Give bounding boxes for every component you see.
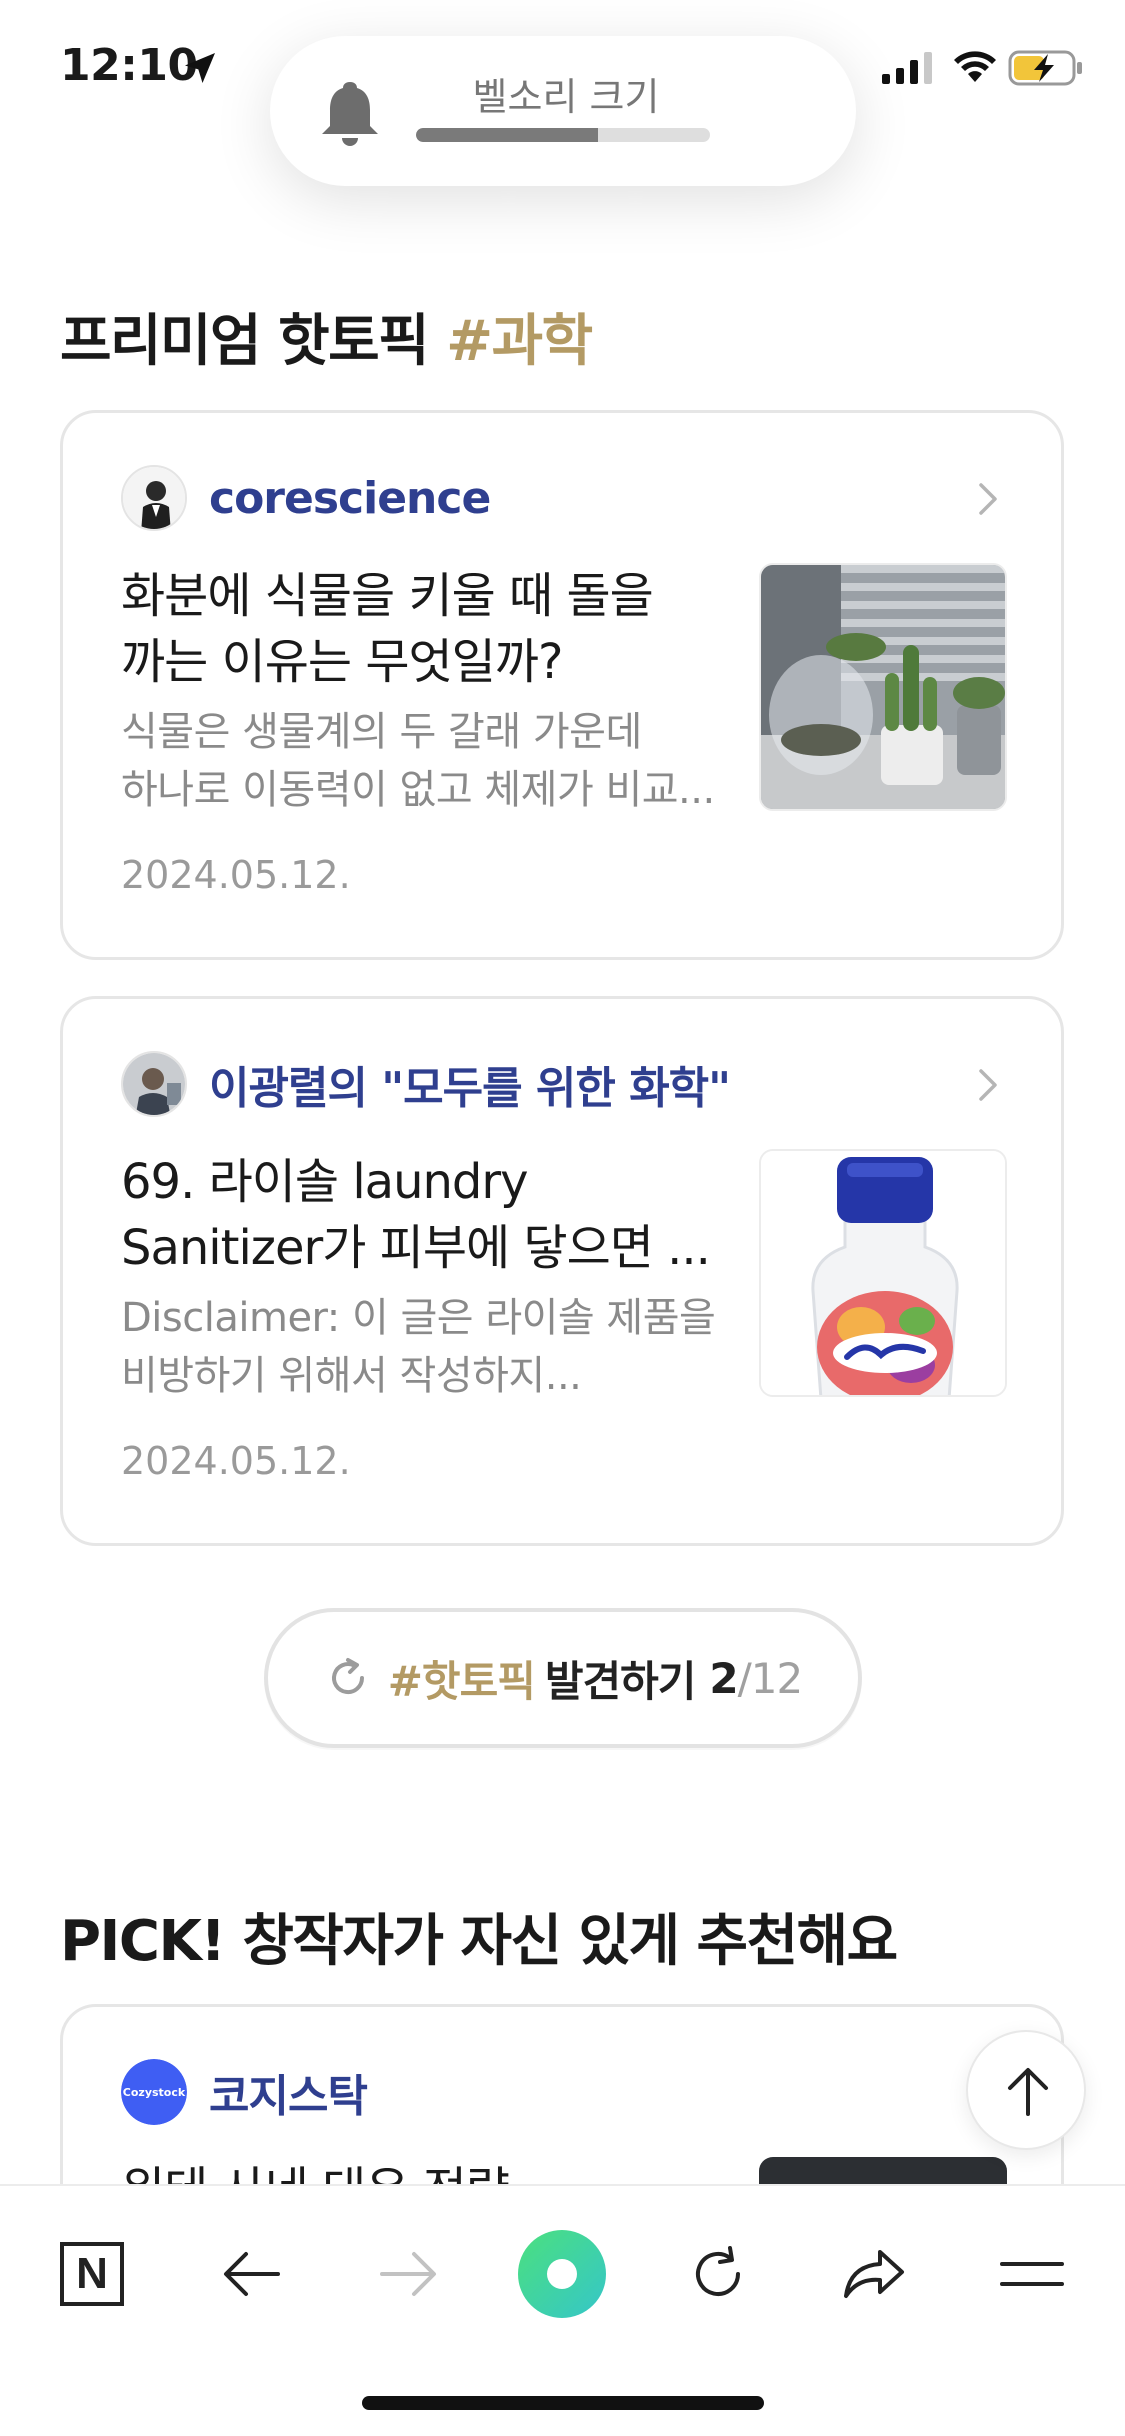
- card-excerpt-line: 비방하기 위해서 작성하지...: [121, 1353, 582, 1399]
- card-title-line: 화분에 식물을 키울 때 돌을: [121, 568, 654, 624]
- card-date: 2024.05.12.: [121, 1439, 351, 1483]
- cellular-signal-icon: [882, 52, 932, 84]
- cozystock-logo: Cozystock: [121, 2059, 187, 2125]
- share-button[interactable]: [826, 2226, 922, 2322]
- plant-thumbnail[interactable]: [759, 563, 1007, 811]
- discover-hot-topic-button[interactable]: #핫토픽 발견하기 2 /12: [264, 1608, 862, 1748]
- bell-icon: [322, 82, 378, 146]
- reload-icon: [696, 2246, 740, 2296]
- premium-title-text: 프리미엄 핫토픽: [60, 309, 430, 374]
- green-dot-button[interactable]: [514, 2226, 610, 2322]
- volume-label: 벨소리 크기: [472, 75, 660, 119]
- green-dot-icon: [518, 2230, 606, 2318]
- card-title[interactable]: 화분에 식물을 키울 때 돌을 까는 이유는 무엇일까?: [121, 563, 721, 695]
- forward-button[interactable]: [360, 2226, 456, 2322]
- wifi-icon: [954, 51, 996, 82]
- volume-hud: 벨소리 크기: [270, 36, 856, 186]
- volume-fill: [416, 128, 599, 142]
- card-excerpt-line: 식물은 생물계의 두 갈래 가운데: [121, 709, 642, 755]
- author-name[interactable]: corescience: [209, 473, 491, 524]
- premium-section-title: 프리미엄 핫토픽 #과학: [60, 296, 593, 377]
- author-avatar: [121, 465, 187, 531]
- card-excerpt-line: 하나로 이동력이 없고 체제가 비교...: [121, 767, 715, 813]
- pick-section-title: PICK! 창작자가 자신 있게 추천해요: [60, 1909, 898, 1974]
- discover-hashtag: #핫토픽: [387, 1656, 536, 1706]
- refresh-icon: [331, 1658, 364, 1695]
- lysol-bottle-thumbnail[interactable]: [759, 1149, 1007, 1397]
- discover-total-pages: /12: [737, 1653, 804, 1703]
- author-row[interactable]: 이광렬의 "모두를 위한 화학": [121, 1051, 731, 1117]
- naver-home-button[interactable]: N: [44, 2226, 140, 2322]
- home-indicator: [362, 2396, 764, 2410]
- status-time: 12:10: [60, 40, 198, 91]
- arrow-left-icon: [224, 2252, 280, 2296]
- arrow-right-icon: [380, 2252, 436, 2296]
- card-title-line: Sanitizer가 피부에 닿으면 ...: [121, 1220, 711, 1276]
- article-card[interactable]: corescience 화분에 식물을 키울 때 돌을 까는 이유는 무엇일까?…: [60, 410, 1064, 960]
- discover-label: 발견하기: [544, 1656, 697, 1706]
- premium-hashtag[interactable]: #과학: [446, 309, 593, 374]
- cozystock-logo-text: Cozystock: [123, 2086, 186, 2099]
- author-row[interactable]: Cozystock 코지스탁: [121, 2059, 368, 2125]
- card-title[interactable]: 69. 라이솔 laundry Sanitizer가 피부에 닿으면 ...: [121, 1149, 721, 1281]
- arrow-up-icon: [1008, 2068, 1048, 2116]
- chevron-right-icon[interactable]: [973, 1065, 1003, 1105]
- scroll-to-top-button[interactable]: [966, 2030, 1086, 2150]
- location-arrow-icon: [185, 53, 215, 83]
- card-excerpt-line: Disclaimer: 이 글은 라이솔 제품을: [121, 1295, 716, 1341]
- chevron-right-icon[interactable]: [973, 479, 1003, 519]
- menu-button[interactable]: [984, 2226, 1080, 2322]
- author-row[interactable]: corescience: [121, 465, 491, 531]
- share-icon: [844, 2250, 904, 2298]
- card-excerpt: Disclaimer: 이 글은 라이솔 제품을 비방하기 위해서 작성하지..…: [121, 1289, 721, 1405]
- article-card[interactable]: 이광렬의 "모두를 위한 화학" 69. 라이솔 laundry Sanitiz…: [60, 996, 1064, 1546]
- author-name[interactable]: 코지스탁: [209, 2060, 368, 2124]
- card-excerpt: 식물은 생물계의 두 갈래 가운데 하나로 이동력이 없고 체제가 비교...: [121, 703, 721, 819]
- back-button[interactable]: [204, 2226, 300, 2322]
- card-title-line: 69. 라이솔 laundry: [121, 1154, 529, 1210]
- card-date: 2024.05.12.: [121, 853, 351, 897]
- hamburger-menu-icon: [1000, 2262, 1064, 2286]
- naver-n-icon: N: [60, 2242, 124, 2306]
- card-title-line: 까는 이유는 무엇일까?: [121, 634, 563, 690]
- author-avatar: [121, 1051, 187, 1117]
- discover-current-page: 2: [709, 1653, 738, 1703]
- battery-charging-icon: [1008, 50, 1082, 86]
- volume-slider: [416, 128, 710, 142]
- reload-button[interactable]: [670, 2226, 766, 2322]
- author-name[interactable]: 이광렬의 "모두를 위한 화학": [209, 1052, 731, 1116]
